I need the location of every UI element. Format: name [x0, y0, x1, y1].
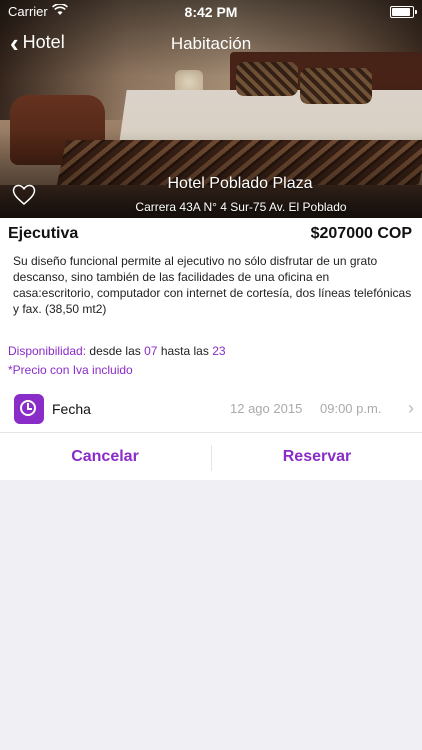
date-picker-row[interactable]: Fecha 12 ago 2015 09:00 p.m. ›: [0, 388, 422, 432]
availability-to: 23: [212, 344, 226, 358]
chevron-right-icon: ›: [408, 398, 414, 418]
clock-hand: [27, 408, 32, 410]
status-bar: Carrier 8:42 PM: [0, 0, 422, 24]
hotel-name: Hotel Poblado Plaza: [167, 175, 313, 192]
availability-from: 07: [144, 344, 158, 358]
availability-line: Disponibilidad: desde las 07 hasta las 2…: [8, 344, 226, 358]
heart-outline-icon[interactable]: [12, 184, 36, 206]
room-price: $207000 COP: [310, 225, 412, 242]
time-value: 09:00 p.m.: [320, 401, 382, 416]
navigation-bar: ‹ Hotel Habitación: [0, 24, 422, 64]
date-value: 12 ago 2015: [230, 401, 303, 416]
room-name: Ejecutiva: [8, 225, 79, 242]
action-bar: Cancelar Reservar: [0, 432, 422, 481]
availability-from-text: desde las: [89, 344, 141, 358]
room-details: Ejecutiva $207000 COP Su diseño funciona…: [0, 218, 422, 480]
page-title: Habitación: [170, 34, 252, 53]
availability-to-text: hasta las: [160, 344, 209, 358]
status-time: 8:42 PM: [184, 4, 238, 20]
reserve-button[interactable]: Reservar: [212, 433, 422, 481]
hotel-address: Carrera 43A N° 4 Sur-75 Av. El Poblado: [135, 200, 347, 214]
date-label: Fecha: [52, 401, 91, 417]
clock-icon: [14, 394, 44, 424]
iva-note: *Precio con Iva incluido: [8, 363, 133, 377]
cancel-button[interactable]: Cancelar: [0, 433, 210, 481]
battery-icon: [390, 6, 417, 18]
room-description: Su diseño funcional permite al ejecutivo…: [13, 254, 412, 316]
availability-label: Disponibilidad:: [8, 344, 87, 358]
